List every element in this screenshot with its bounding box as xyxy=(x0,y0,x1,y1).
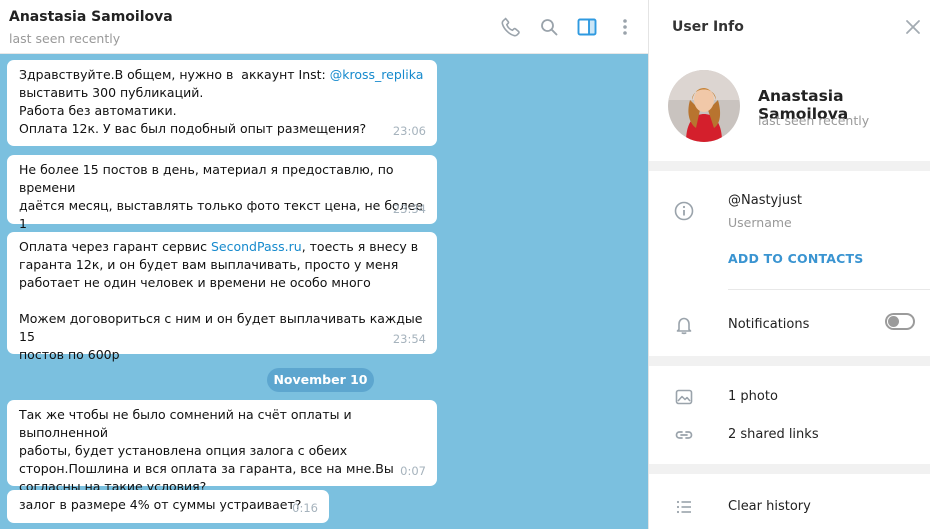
message-text: Так же чтобы не было сомнений на счёт оп… xyxy=(19,407,394,494)
message-time: 0:16 xyxy=(292,501,318,515)
message-bubble[interactable]: залог в размере 4% от суммы устраивает? … xyxy=(7,490,329,523)
more-vertical-icon[interactable] xyxy=(613,15,637,39)
clear-history-row[interactable]: Clear history xyxy=(649,488,930,526)
notifications-toggle[interactable] xyxy=(885,313,915,330)
message-time: 0:07 xyxy=(400,464,426,478)
notifications-label: Notifications xyxy=(728,317,810,332)
message-list[interactable]: Здравствуйте.В общем, нужно в аккаунт In… xyxy=(0,54,648,529)
chat-status: last seen recently xyxy=(9,31,121,46)
message-bubble[interactable]: Здравствуйте.В общем, нужно в аккаунт In… xyxy=(7,60,437,146)
instagram-link[interactable]: @kross_replika xyxy=(330,67,424,82)
message-time: 23:06 xyxy=(392,124,426,138)
shared-links-row[interactable]: 2 shared links xyxy=(649,416,930,454)
panel-title: User Info xyxy=(672,19,744,35)
user-info-panel: User Info Anastasia Samoilova last seen … xyxy=(649,0,930,529)
shared-links-count: 2 shared links xyxy=(728,427,819,442)
avatar[interactable] xyxy=(668,70,740,142)
username-value[interactable]: @Nastyjust xyxy=(728,193,802,208)
add-to-contacts-button[interactable]: ADD TO CONTACTS xyxy=(728,251,863,266)
section-divider xyxy=(649,356,930,366)
info-icon xyxy=(673,200,695,222)
section-divider xyxy=(649,161,930,171)
telegram-window: Anastasia Samoilova last seen recently З… xyxy=(0,0,930,529)
sidebar-toggle-icon[interactable] xyxy=(575,15,599,39)
link-icon xyxy=(673,424,695,446)
toggle-knob xyxy=(888,316,899,327)
message-text: Оплата через гарант сервис SecondPass.ru… xyxy=(19,239,423,362)
message-bubble[interactable]: Не более 15 постов в день, материал я пр… xyxy=(7,155,437,249)
profile-status: last seen recently xyxy=(758,113,870,128)
list-icon xyxy=(673,496,695,518)
message-time: 23:54 xyxy=(392,332,426,346)
chat-header: Anastasia Samoilova last seen recently xyxy=(0,0,648,54)
message-text: Здравствуйте.В общем, нужно в аккаунт In… xyxy=(19,67,424,136)
search-icon[interactable] xyxy=(537,15,561,39)
message-text: залог в размере 4% от суммы устраивает? xyxy=(19,497,302,512)
clear-history-label: Clear history xyxy=(728,499,811,514)
photos-count: 1 photo xyxy=(728,389,778,404)
username-label: Username xyxy=(728,215,792,230)
section-divider xyxy=(649,464,930,474)
photos-row[interactable]: 1 photo xyxy=(649,378,930,416)
chat-title[interactable]: Anastasia Samoilova xyxy=(9,9,173,25)
photo-icon xyxy=(673,386,695,408)
phone-icon[interactable] xyxy=(499,15,523,39)
message-bubble[interactable]: Так же чтобы не было сомнений на счёт оп… xyxy=(7,400,437,494)
message-bubble[interactable]: Оплата через гарант сервис SecondPass.ru… xyxy=(7,232,437,362)
message-time: 23:34 xyxy=(392,202,426,216)
secondpass-link[interactable]: SecondPass.ru xyxy=(211,239,302,254)
bell-icon xyxy=(673,314,695,336)
date-separator: November 10 xyxy=(267,368,374,392)
divider-line xyxy=(728,289,930,290)
close-icon[interactable] xyxy=(903,17,923,37)
chat-panel: Anastasia Samoilova last seen recently З… xyxy=(0,0,649,529)
